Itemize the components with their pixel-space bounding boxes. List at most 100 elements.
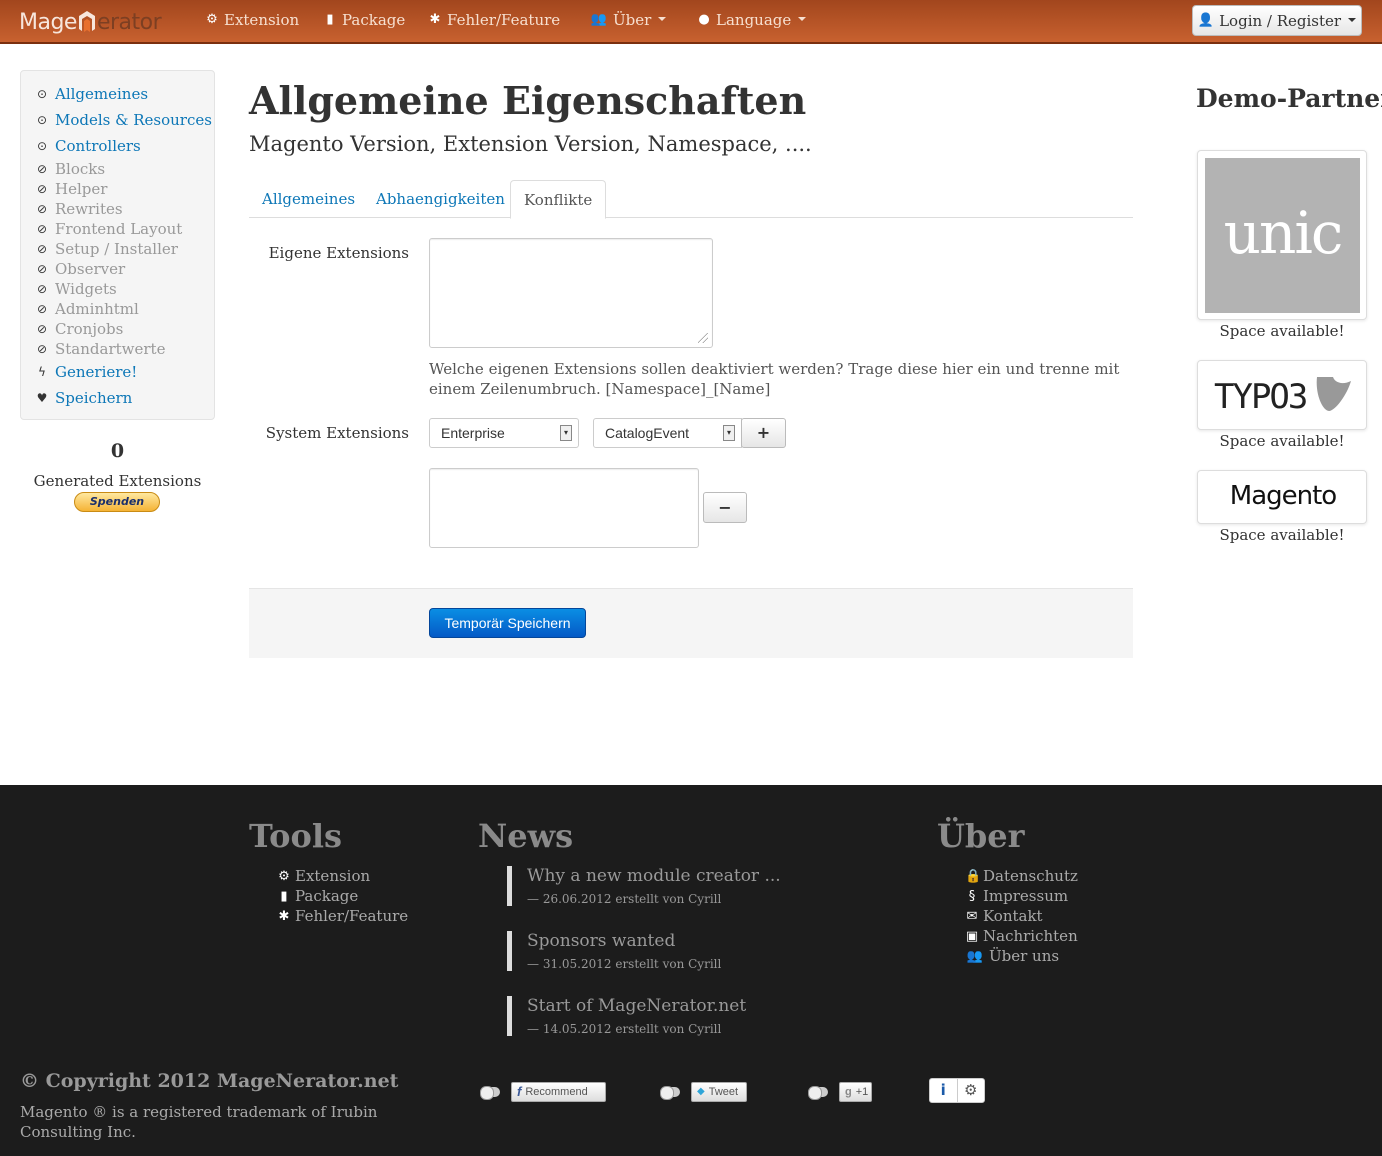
remove-extension-button[interactable]: − <box>703 492 747 523</box>
sidebar-item-cronjobs: ⊘ Cronjobs <box>36 320 123 338</box>
typo3-mark-icon <box>1316 377 1351 411</box>
login-register-button[interactable]: 👤 Login / Register <box>1192 5 1362 36</box>
users-icon: 👥 <box>966 948 984 964</box>
sidebar-item-widgets: ⊘ Widgets <box>36 280 117 298</box>
twitter-toggle[interactable] <box>660 1086 680 1100</box>
ban-icon: ⊘ <box>36 162 48 176</box>
partner-unic[interactable]: unic <box>1197 150 1367 320</box>
section-icon: § <box>968 888 976 904</box>
check-circle-icon: ⊙ <box>36 87 48 101</box>
check-circle-icon: ⊙ <box>36 139 48 153</box>
tweet-button[interactable]: ◆ Tweet <box>691 1082 747 1102</box>
footer-link-datenschutz[interactable]: 🔒 Datenschutz <box>965 867 1078 885</box>
chevron-down-icon <box>1348 17 1357 22</box>
googleplus-button[interactable]: g +1 <box>839 1082 872 1102</box>
add-extension-button[interactable]: + <box>741 418 786 448</box>
footer-link-package[interactable]: ▮ Package <box>277 887 358 905</box>
ban-icon: ⊘ <box>36 222 48 236</box>
news-item[interactable]: Why a new module creator ... — 26.06.2012… <box>507 866 807 906</box>
cogs-icon: ⚙ <box>206 12 218 27</box>
envelope-icon: ✉ <box>966 908 978 924</box>
sidebar-item-generiere[interactable]: ϟ Generiere! <box>36 363 137 381</box>
footer-link-impressum[interactable]: § Impressum <box>965 887 1068 905</box>
ban-icon: ⊘ <box>36 242 48 256</box>
ban-icon: ⊘ <box>36 202 48 216</box>
info-icon[interactable]: i <box>930 1079 958 1102</box>
tab-allgemeines[interactable]: Allgemeines <box>249 180 368 218</box>
tab-konflikte[interactable]: Konflikte <box>510 180 607 219</box>
nav-package[interactable]: ▮ Package <box>323 11 405 29</box>
footer-link-fehler[interactable]: ✱ Fehler/Feature <box>277 907 409 925</box>
facebook-recommend-button[interactable]: f Recommend <box>511 1082 606 1102</box>
facebook-toggle[interactable] <box>480 1086 500 1100</box>
footer-link-kontakt[interactable]: ✉ Kontakt <box>965 907 1043 925</box>
gear-icon[interactable]: ⚙ <box>958 1079 985 1102</box>
space-available-3: Space available! <box>1219 526 1345 544</box>
resize-grip-icon[interactable] <box>698 333 708 343</box>
page-title: Allgemeine Eigenschaften <box>249 78 807 123</box>
space-available-2: Space available! <box>1219 432 1345 450</box>
magento-logo-icon <box>78 11 95 32</box>
footer-link-nachrichten[interactable]: ▣ Nachrichten <box>965 927 1078 945</box>
sidebar-item-models-resources[interactable]: ⊙ Models & Resources <box>36 111 212 129</box>
system-extensions-list[interactable] <box>429 468 699 548</box>
inbox-icon: ▣ <box>965 928 979 944</box>
sidebar-item-speichern[interactable]: ♥ Speichern <box>36 389 133 407</box>
bug-icon: ✱ <box>278 908 290 924</box>
partner-typo3[interactable]: TYPO3 <box>1197 360 1367 430</box>
users-icon: 👥 <box>590 12 608 27</box>
nav-ueber[interactable]: 👥 Über <box>590 11 667 29</box>
ban-icon: ⊘ <box>36 182 48 196</box>
sidebar-item-label: Rewrites <box>55 200 123 218</box>
vendor-select[interactable]: Enterprise ▾ <box>429 418 579 448</box>
sidebar-item-blocks: ⊘ Blocks <box>36 160 105 178</box>
generated-count: 0 <box>110 440 125 462</box>
sidebar-item-label: Allgemeines <box>55 85 149 103</box>
user-icon: 👤 <box>1197 13 1215 28</box>
sidebar-item-controllers[interactable]: ⊙ Controllers <box>36 137 141 155</box>
cogs-icon: ⚙ <box>278 868 290 884</box>
nav-language[interactable]: ● Language <box>697 11 807 29</box>
extension-select[interactable]: CatalogEvent ▾ <box>593 418 742 448</box>
chevron-down-icon <box>658 17 667 21</box>
sidebar-item-label: Standartwerte <box>55 340 166 358</box>
own-extensions-label: Eigene Extensions <box>268 244 409 262</box>
sidebar-item-label: Models & Resources <box>55 111 212 129</box>
chevron-down-icon <box>798 17 807 21</box>
save-button[interactable]: Temporär Speichern <box>429 608 586 638</box>
own-extensions-textarea[interactable] <box>429 238 713 348</box>
system-extensions-label: System Extensions <box>265 424 409 442</box>
brand-part1: Mage <box>19 10 77 35</box>
donate-button[interactable]: Spenden <box>74 492 160 512</box>
file-icon: ▮ <box>280 888 288 904</box>
sidebar-item-rewrites: ⊘ Rewrites <box>36 200 123 218</box>
sidebar-item-label: Adminhtml <box>55 300 139 318</box>
sidebar-item-label: Cronjobs <box>55 320 124 338</box>
top-navbar: Mage erator ⚙ Extension ▮ Package ✱ Fehler/F… <box>0 0 1382 44</box>
check-circle-icon: ⊙ <box>36 113 48 127</box>
news-item[interactable]: Sponsors wanted — 31.05.2012 erstellt von… <box>507 931 807 971</box>
sidebar-item-label: Observer <box>55 260 126 278</box>
footer-tools-title: Tools <box>249 817 342 855</box>
nav-extension[interactable]: ⚙ Extension <box>205 11 299 29</box>
partner-magento[interactable]: Magento <box>1197 470 1367 524</box>
brand-logo[interactable]: Mage erator <box>19 7 162 35</box>
footer-link-ueber-uns[interactable]: 👥 Über uns <box>965 947 1059 965</box>
sidebar-item-label: Speichern <box>55 389 133 407</box>
footer-link-extension[interactable]: ⚙ Extension <box>277 867 370 885</box>
sidebar-item-setup-installer: ⊘ Setup / Installer <box>36 240 178 258</box>
googleplus-toggle[interactable] <box>808 1086 828 1100</box>
typo3-logo: TYPO3 <box>1214 377 1308 417</box>
demo-partner-title: Demo-Partner <box>1196 84 1382 113</box>
twitter-bird-icon: ◆ <box>697 1086 705 1097</box>
nav-fehler[interactable]: ✱ Fehler/Feature <box>428 11 561 29</box>
sidebar-item-label: Widgets <box>55 280 117 298</box>
social-settings-box: i ⚙ <box>929 1078 985 1103</box>
unic-logo: unic <box>1205 158 1360 313</box>
sidebar-item-label: Frontend Layout <box>55 220 183 238</box>
sidebar-item-observer: ⊘ Observer <box>36 260 125 278</box>
form-actions <box>249 588 1133 658</box>
news-item[interactable]: Start of MageNerator.net — 14.05.2012 ers… <box>507 996 807 1036</box>
sidebar-item-allgemeines[interactable]: ⊙ Allgemeines <box>36 85 148 103</box>
tab-abhaengigkeiten[interactable]: Abhaengigkeiten <box>363 180 518 218</box>
